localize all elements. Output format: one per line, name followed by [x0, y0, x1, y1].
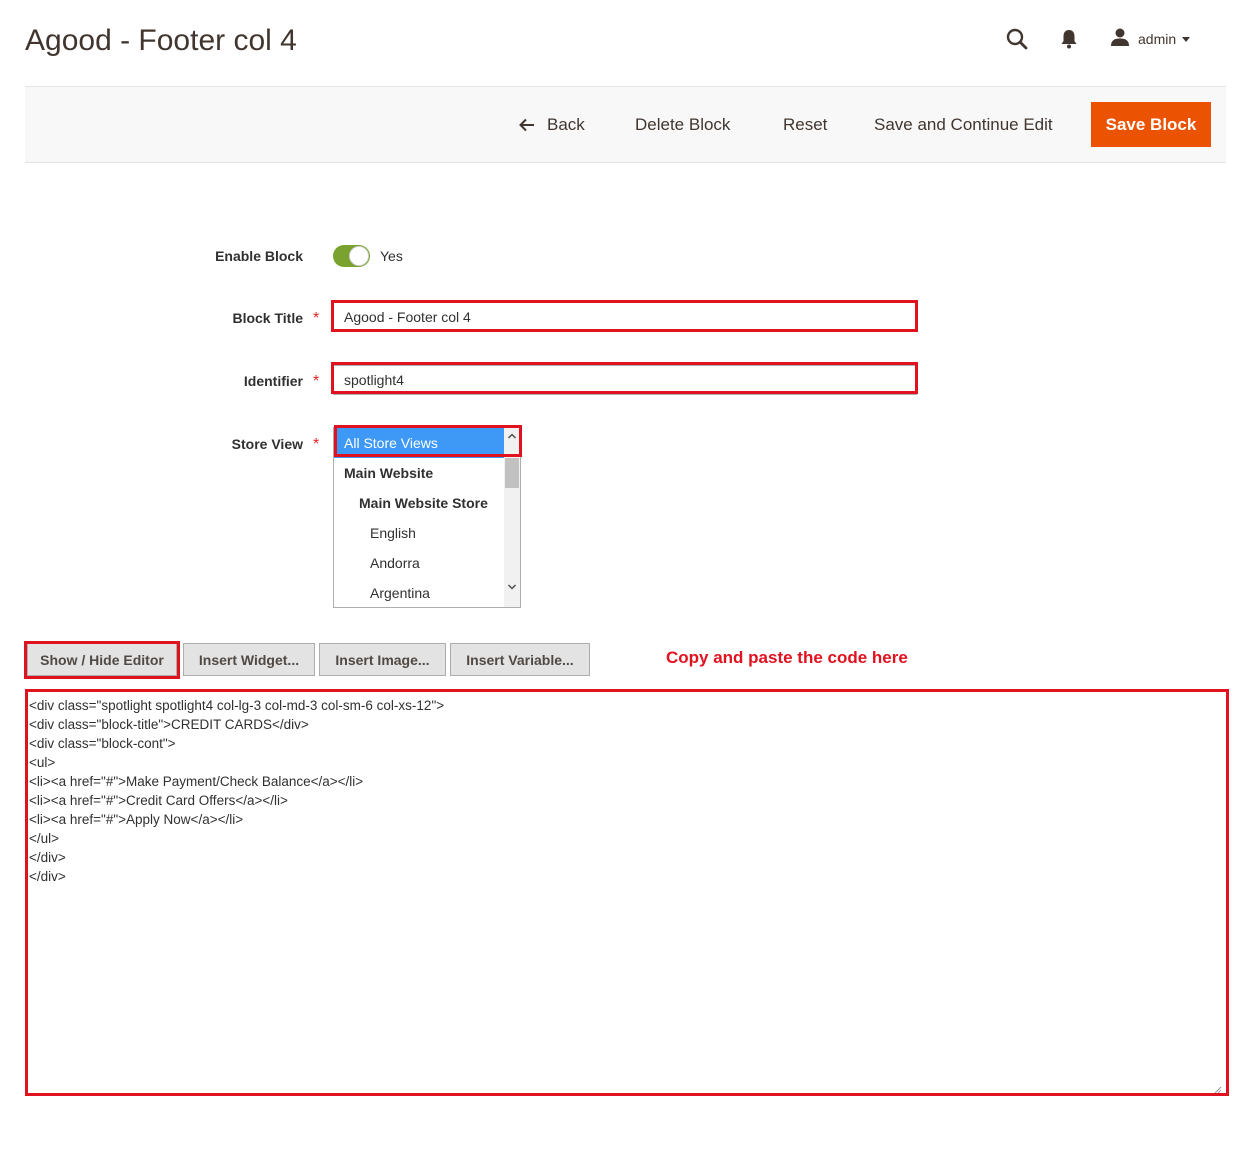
show-hide-editor-button[interactable]: Show / Hide Editor [27, 643, 177, 676]
code-line: <div class="block-cont"> [29, 736, 176, 751]
annotation-text: Copy and paste the code here [666, 648, 908, 667]
code-line: </ul> [29, 831, 60, 846]
back-button[interactable]: Back [519, 102, 585, 147]
chevron-down-icon[interactable] [504, 579, 520, 595]
arrow-left-icon [519, 118, 535, 132]
block-title-input[interactable] [333, 302, 917, 332]
code-line: </div> [29, 869, 66, 884]
chevron-down-icon [1182, 36, 1191, 42]
search-icon[interactable] [1004, 26, 1030, 52]
enable-block-label: Enable Block [215, 248, 303, 264]
store-option-andorra[interactable]: Andorra [334, 548, 504, 578]
store-option-main-website: Main Website [344, 465, 434, 481]
store-view-label: Store View [231, 436, 303, 452]
insert-variable-button[interactable]: Insert Variable... [450, 643, 590, 676]
code-line: <li><a href="#">Apply Now</a></li> [29, 812, 244, 827]
code-line: <ul> [29, 755, 56, 770]
user-menu[interactable]: admin [1110, 24, 1191, 54]
enable-block-value: Yes [380, 248, 403, 264]
back-label: Back [547, 114, 585, 134]
code-line: <li><a href="#">Make Payment/Check Balan… [29, 774, 364, 789]
page-title: Agood - Footer col 4 [25, 24, 297, 57]
scroll-thumb[interactable] [505, 458, 519, 488]
reset-button[interactable]: Reset [783, 102, 827, 147]
store-option-main-website-store: Main Website Store [359, 495, 488, 511]
toggle-knob [349, 246, 369, 266]
resize-handle-icon[interactable] [1214, 1081, 1222, 1093]
save-block-button[interactable]: Save Block [1091, 102, 1211, 147]
required-asterisk: * [313, 310, 320, 327]
identifier-label: Identifier [243, 373, 303, 389]
chevron-up-icon[interactable] [504, 428, 520, 444]
page-actions-bar: Back Delete Block Reset Save and Continu… [25, 86, 1226, 163]
required-asterisk: * [313, 373, 320, 390]
save-and-continue-button[interactable]: Save and Continue Edit [874, 102, 1053, 147]
insert-widget-button[interactable]: Insert Widget... [183, 643, 315, 676]
code-line: </div> [29, 850, 66, 865]
store-list-scrollbar[interactable] [504, 428, 520, 607]
delete-block-button[interactable]: Delete Block [635, 102, 730, 147]
user-name: admin [1138, 31, 1177, 47]
identifier-input[interactable] [333, 365, 917, 395]
bell-icon[interactable] [1056, 26, 1082, 52]
user-icon [1110, 27, 1130, 52]
block-title-label: Block Title [232, 310, 303, 326]
content-textarea[interactable]: <div class="spotlight spotlight4 col-lg-… [25, 689, 1229, 1096]
store-option-english[interactable]: English [334, 518, 504, 548]
store-option-argentina[interactable]: Argentina [334, 578, 504, 607]
insert-image-button[interactable]: Insert Image... [319, 643, 446, 676]
enable-block-toggle[interactable] [333, 245, 370, 267]
code-line: <div class="spotlight spotlight4 col-lg-… [29, 698, 445, 713]
code-line: <div class="block-title">CREDIT CARDS</d… [29, 717, 309, 732]
store-view-multiselect[interactable]: All Store Views Main Website Main Websit… [333, 427, 521, 608]
code-line: <li><a href="#">Credit Card Offers</a></… [29, 793, 288, 808]
store-option-all-store-views[interactable]: All Store Views [334, 428, 504, 458]
required-asterisk: * [313, 436, 320, 453]
